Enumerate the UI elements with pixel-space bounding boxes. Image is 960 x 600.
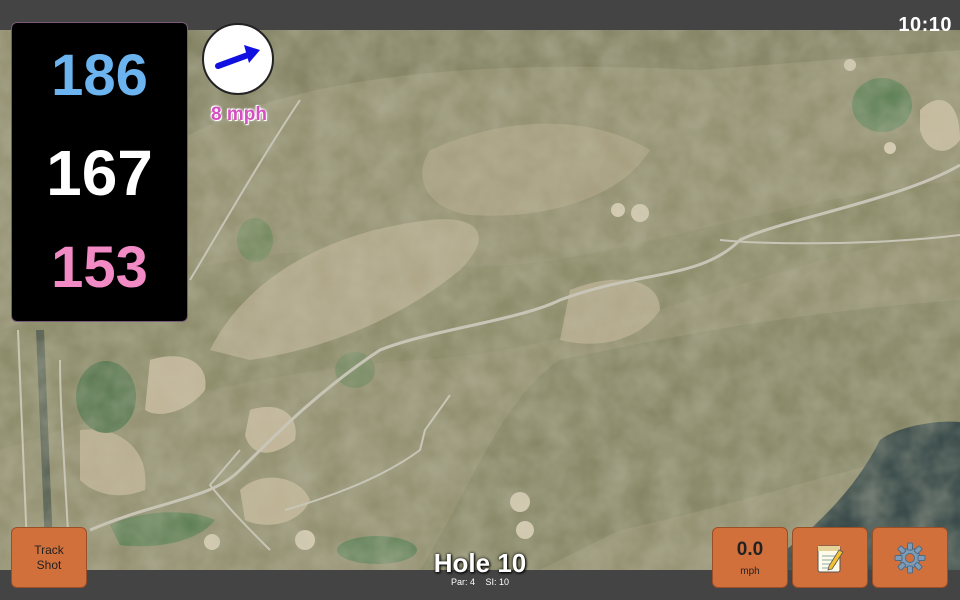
wind-speed: 8 mph xyxy=(211,104,267,125)
wind-indicator xyxy=(202,23,274,95)
track-shot-label-line1: Track xyxy=(34,543,64,558)
hole-title: Hole 10 xyxy=(433,548,527,578)
distance-panel: 186 167 153 xyxy=(11,22,188,322)
track-shot-label-line2: Shot xyxy=(36,557,62,572)
speed-value: 0.0 xyxy=(736,539,764,560)
wind-arrow-icon xyxy=(215,45,260,69)
speed-button[interactable]: 0.0 mph xyxy=(712,527,788,588)
speed-unit: mph xyxy=(740,566,760,577)
distance-front: 153 xyxy=(51,235,148,300)
hole-info: Par: 4 SI: 10 xyxy=(380,577,580,587)
distance-middle: 167 xyxy=(46,137,153,209)
distance-back: 186 xyxy=(51,43,148,108)
gear-icon xyxy=(894,542,926,573)
hole-stroke-index: SI: 10 xyxy=(485,577,510,587)
notepad-icon xyxy=(817,545,844,572)
track-shot-button[interactable]: Track Shot xyxy=(11,527,87,588)
hole-par: Par: 4 xyxy=(450,577,475,587)
clock: 10:10 xyxy=(898,14,952,36)
notes-button[interactable] xyxy=(792,527,868,588)
settings-button[interactable] xyxy=(872,527,948,588)
